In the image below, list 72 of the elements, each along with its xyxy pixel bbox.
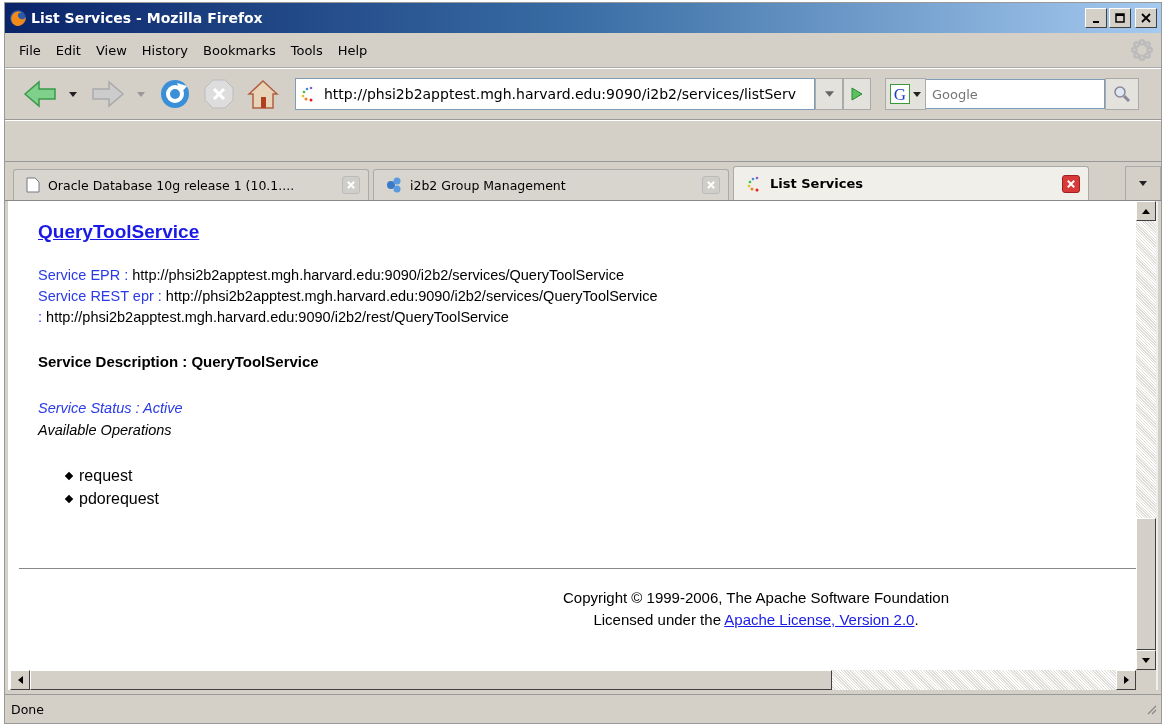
endpoint-label: Service REST epr : — [38, 288, 163, 304]
endpoint-url: http://phsi2b2apptest.mgh.harvard.edu:9090/i2b2/services/QueryToolService — [165, 288, 658, 304]
caret-icon[interactable] — [69, 91, 77, 97]
license-sentence: Licensed under the Apache License, Version 2.0. — [592, 610, 920, 630]
scroll-down-button[interactable] — [1136, 650, 1156, 670]
service-status: Service Status : Active — [38, 399, 184, 418]
endpoint-url: http://phsi2b2apptest.mgh.harvard.edu:9090/i2b2/services/QueryToolService — [132, 267, 624, 283]
status-text: Done — [11, 701, 44, 717]
scroll-left-button[interactable] — [10, 670, 30, 690]
browser-tab[interactable]: i2b2 Group Management — [373, 169, 729, 200]
people-icon — [386, 177, 402, 193]
menu-item[interactable]: File — [13, 39, 50, 61]
search-engine-button[interactable]: G — [885, 78, 926, 110]
search-icon — [1113, 85, 1131, 103]
menu-item[interactable]: Tools — [284, 39, 332, 61]
minimize-icon — [1093, 21, 1099, 23]
close-icon — [707, 181, 715, 189]
bullet-icon — [64, 471, 74, 480]
scroll-up-button[interactable] — [1136, 201, 1156, 221]
close-icon — [1141, 13, 1151, 23]
copyright-text: Copyright © 1999-2006, The Apache Software Foundation — [562, 588, 950, 608]
close-button[interactable] — [1135, 8, 1157, 28]
up-arrow-icon — [1142, 208, 1150, 214]
horizontal-scrollbar[interactable] — [10, 670, 1136, 690]
menu-item[interactable]: View — [89, 39, 136, 61]
maximize-icon — [1115, 13, 1125, 23]
service-description: Service Description : QueryToolService — [38, 353, 320, 370]
search-button[interactable] — [1105, 78, 1139, 110]
operation-name: pdorequest — [79, 489, 160, 509]
caret-icon — [1139, 181, 1147, 186]
maximize-button[interactable] — [1109, 8, 1131, 28]
play-arrow-icon — [851, 87, 863, 101]
scroll-thumb[interactable] — [1136, 518, 1156, 650]
activity-throbber-icon — [1131, 39, 1153, 61]
endpoint-label: Service EPR : — [38, 267, 130, 283]
caret-icon — [913, 91, 921, 97]
license-link[interactable]: Apache License, Version 2.0 — [724, 611, 915, 628]
tab-label: i2b2 Group Management — [410, 177, 567, 193]
search-field[interactable]: Google — [926, 79, 1105, 109]
menu-item[interactable]: Help — [331, 39, 377, 61]
firefox-globe-icon — [9, 9, 27, 27]
service-heading-link[interactable]: QueryToolService — [38, 221, 200, 243]
reload-button[interactable] — [159, 78, 191, 110]
browser-tab[interactable]: Oracle Database 10g release 1 (10.1.... — [13, 169, 369, 200]
document-icon — [26, 177, 40, 193]
window-title: List Services - Mozilla Firefox — [31, 10, 263, 26]
down-arrow-icon — [1142, 657, 1150, 663]
menu-item[interactable]: History — [135, 39, 198, 61]
endpoint-label: : — [38, 309, 44, 325]
operation-name: request — [79, 466, 133, 486]
menu-item[interactable]: Edit — [49, 39, 90, 61]
right-arrow-icon — [1123, 676, 1129, 684]
scroll-thumb[interactable] — [30, 670, 832, 690]
caret-icon — [824, 91, 834, 97]
endpoint-url: http://phsi2b2apptest.mgh.harvard.edu:9090/i2b2/rest/QueryToolService — [46, 309, 509, 325]
close-icon — [347, 181, 355, 189]
home-button[interactable] — [247, 78, 279, 110]
bullet-icon — [64, 494, 74, 503]
minimize-button[interactable] — [1085, 8, 1107, 28]
close-icon — [1067, 179, 1075, 188]
resize-grip-icon[interactable] — [1145, 703, 1157, 715]
left-arrow-icon — [17, 676, 23, 684]
address-field[interactable]: http://phsi2b2apptest.mgh.harvard.edu:9090/i2b2/services/listServ — [295, 78, 815, 110]
tab-label: List Services — [770, 176, 864, 191]
scroll-right-button[interactable] — [1116, 670, 1136, 690]
operations-label: Available Operations — [38, 421, 173, 440]
vertical-scrollbar[interactable] — [1136, 201, 1156, 670]
history-dropdown-button[interactable] — [815, 78, 843, 110]
tab-label: Oracle Database 10g release 1 (10.1.... — [48, 177, 296, 193]
tab-close-button[interactable] — [1062, 174, 1080, 193]
browser-tab[interactable]: List Services — [733, 166, 1089, 200]
menu-item[interactable]: Bookmarks — [197, 39, 285, 61]
